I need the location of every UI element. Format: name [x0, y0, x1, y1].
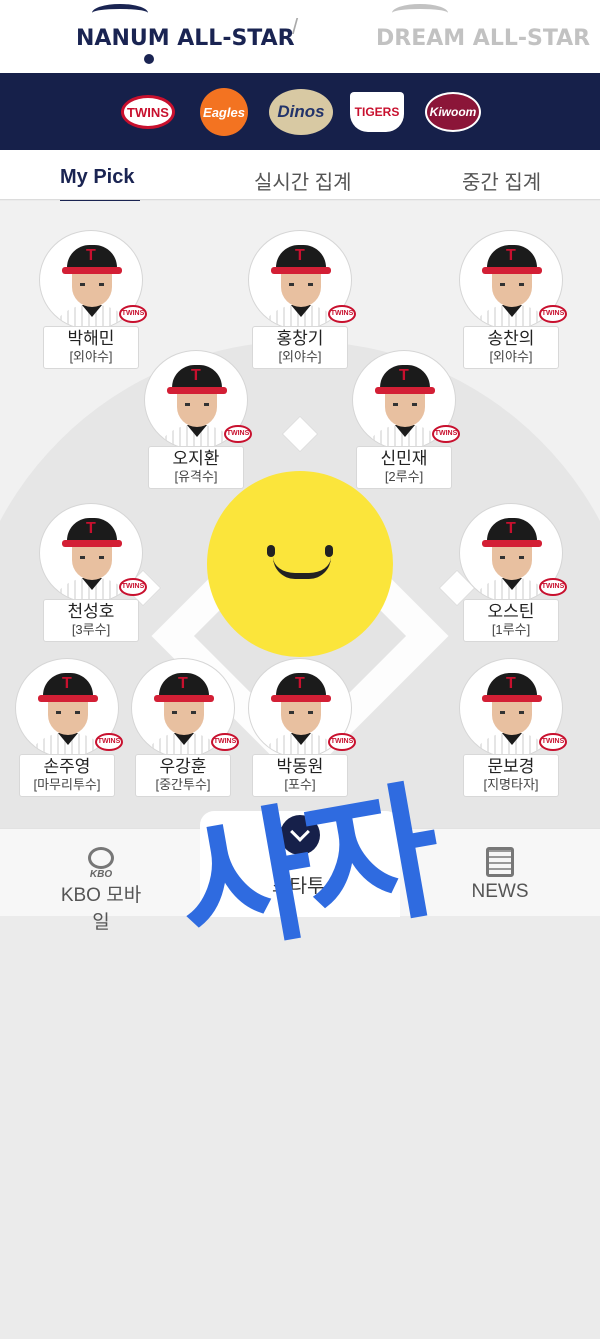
player-label: 신민재 [2루수] [356, 446, 452, 489]
vote-tabs: My Pick 실시간 집계 중간 집계 [0, 150, 600, 203]
player-label: 송찬의 [외야수] [463, 326, 559, 369]
player-name: 천성호 [67, 602, 115, 621]
twins-logo-label: TWINS [121, 95, 175, 129]
player-name: 문보경 [487, 757, 535, 776]
tab-mid-count[interactable]: 중간 집계 [462, 166, 541, 195]
player-label: 손주영 [마무리투수] [19, 754, 115, 797]
kbo-logo-icon [88, 847, 114, 869]
kiwoom-logo-label: Kiwoom [425, 92, 481, 132]
smiley-right-eye [325, 545, 333, 557]
nanum-allstar-tab[interactable]: NANUM ALL-STAR [76, 4, 295, 64]
league-separator: / [292, 14, 299, 39]
eagles-logo-label: Eagles [200, 88, 248, 136]
player-label: 오지환 [유격수] [148, 446, 244, 489]
kbo-small-label: KBO [89, 869, 113, 880]
twins-badge-icon: TWINS [539, 305, 567, 323]
news-label: NEWS [471, 881, 529, 902]
dream-allstar-tab[interactable]: DREAM ALL-STAR [376, 4, 591, 60]
twins-badge-icon: TWINS [539, 733, 567, 751]
smiley-left-eye [267, 545, 275, 557]
player-label: 박해민 [외야수] [43, 326, 139, 369]
swoosh-icon [392, 4, 448, 22]
player-position: [유격수] [174, 469, 218, 484]
player-label: 문보경 [지명타자] [463, 754, 559, 797]
twins-badge-icon: TWINS [95, 733, 123, 751]
newspaper-icon [486, 847, 514, 877]
eagles-logo[interactable]: Eagles [196, 88, 252, 136]
player-card-cf[interactable]: TWINS 홍창기 [외야수] [248, 230, 356, 369]
twins-badge-icon: TWINS [119, 305, 147, 323]
tab-my-pick[interactable]: My Pick [60, 166, 140, 203]
player-label: 오스틴 [1루수] [463, 599, 559, 642]
kbo-mobile-button[interactable]: KBO KBO 모바일 [56, 847, 146, 934]
twins-badge-icon: TWINS [432, 425, 460, 443]
twins-badge-icon: TWINS [539, 578, 567, 596]
smiley-mouth [273, 557, 331, 579]
twins-badge-icon: TWINS [224, 425, 252, 443]
dinos-logo[interactable]: Dinos [264, 89, 338, 135]
swoosh-icon [92, 4, 148, 22]
player-position: [3루수] [71, 622, 111, 637]
twins-badge-icon: TWINS [328, 305, 356, 323]
player-label: 천성호 [3루수] [43, 599, 139, 642]
player-name: 신민재 [380, 449, 428, 468]
twins-logo[interactable]: TWINS [118, 89, 178, 135]
player-card-rf[interactable]: TWINS 송찬의 [외야수] [459, 230, 567, 369]
player-position: [마무리투수] [33, 777, 101, 792]
news-button[interactable]: NEWS [470, 847, 530, 903]
league-header: NANUM ALL-STAR / DREAM ALL-STAR [0, 0, 600, 73]
player-position: [외야수] [278, 349, 322, 364]
player-card-lf[interactable]: TWINS 박해민 [외야수] [39, 230, 147, 369]
player-position: [외야수] [489, 349, 533, 364]
player-card-closer[interactable]: TWINS 손주영 [마무리투수] [15, 658, 123, 797]
team-logo-bar: TWINS Eagles Dinos TIGERS Kiwoom [0, 73, 600, 150]
tab-live-count[interactable]: 실시간 집계 [254, 166, 352, 195]
player-card-ss[interactable]: TWINS 오지환 [유격수] [144, 350, 252, 489]
player-name: 홍창기 [276, 329, 324, 348]
player-position: [1루수] [491, 622, 531, 637]
player-name: 오지환 [172, 449, 220, 468]
player-label: 홍창기 [외야수] [252, 326, 348, 369]
player-name: 박해민 [67, 329, 115, 348]
player-card-1b[interactable]: TWINS 오스틴 [1루수] [459, 503, 567, 642]
player-card-dh[interactable]: TWINS 문보경 [지명타자] [459, 658, 567, 797]
smiley-face-sticker [207, 471, 393, 657]
player-card-2b[interactable]: TWINS 신민재 [2루수] [352, 350, 460, 489]
tigers-logo[interactable]: TIGERS [348, 89, 406, 135]
tab-my-pick-label: My Pick [60, 166, 135, 188]
twins-badge-icon: TWINS [211, 733, 239, 751]
player-card-3b[interactable]: TWINS 천성호 [3루수] [39, 503, 147, 642]
tigers-logo-label: TIGERS [350, 92, 404, 132]
dinos-logo-label: Dinos [269, 89, 333, 135]
player-position: [2루수] [384, 469, 424, 484]
selected-indicator-dot [144, 54, 154, 64]
twins-badge-icon: TWINS [119, 578, 147, 596]
player-name: 송찬의 [487, 329, 535, 348]
watermark-text: 사자 [165, 765, 448, 978]
player-name: 손주영 [43, 757, 91, 776]
player-position: [외야수] [69, 349, 113, 364]
player-position: [지명타자] [483, 777, 539, 792]
dream-allstar-label: DREAM ALL-STAR [376, 26, 591, 51]
player-name: 오스틴 [487, 602, 535, 621]
kiwoom-logo[interactable]: Kiwoom [420, 89, 486, 135]
nanum-allstar-label: NANUM ALL-STAR [76, 26, 295, 51]
kbo-mobile-label: KBO 모바일 [60, 885, 142, 933]
